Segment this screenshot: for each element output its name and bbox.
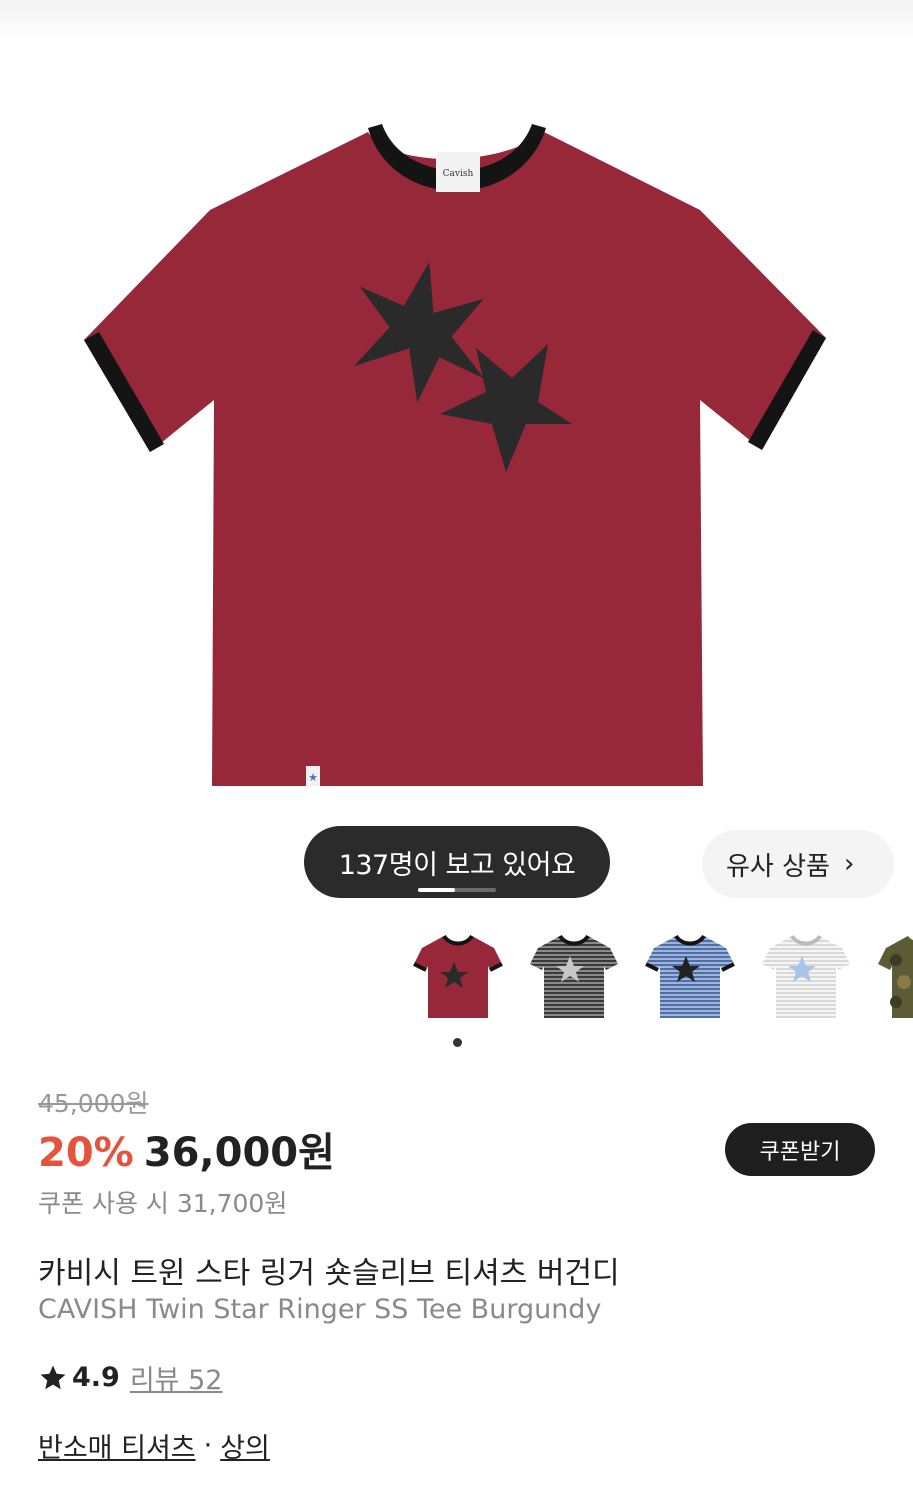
shirt-body (84, 132, 826, 786)
chevron-right-icon: › (843, 849, 855, 879)
product-name-korean: 카비시 트윈 스타 링거 숏슬리브 티셔츠 버건디 (38, 1256, 620, 1291)
color-thumbnail-burgundy[interactable] (410, 932, 506, 1022)
discount-rate: 20% (38, 1130, 134, 1176)
get-coupon-button[interactable]: 쿠폰받기 (725, 1123, 875, 1176)
hem-tag-star: ★ (308, 771, 318, 784)
rating-value: 4.9 (72, 1362, 120, 1393)
color-thumbnail-blue-stripe[interactable] (642, 932, 738, 1022)
tshirt-illustration: Cavish ★ (84, 124, 826, 786)
image-progress-track (418, 888, 496, 892)
category-link-tops[interactable]: 상의 (220, 1426, 270, 1465)
color-thumbnail-camo[interactable] (874, 932, 913, 1022)
color-thumbnail-strip (410, 932, 913, 1022)
color-thumbnail-black-stripe[interactable] (526, 932, 622, 1022)
review-count-link[interactable]: 리뷰 52 (130, 1358, 223, 1397)
pagination-dot (453, 1038, 462, 1047)
price-row: 20% 36,000원 (38, 1120, 335, 1178)
product-name-english: CAVISH Twin Star Ringer SS Tee Burgundy (38, 1294, 602, 1325)
original-price: 45,000원 (38, 1089, 149, 1118)
star-icon (40, 1365, 66, 1389)
image-progress-fill (418, 888, 455, 892)
color-thumbnail-gray-stripe[interactable] (758, 932, 854, 1022)
get-coupon-label: 쿠폰받기 (759, 1139, 841, 1165)
viewers-badge-label: 137명이 보고 있어요 (338, 849, 576, 881)
category-link-short-sleeve[interactable]: 반소매 티셔츠 (38, 1426, 196, 1465)
sale-price: 36,000원 (143, 1130, 335, 1176)
category-breadcrumb: 반소매 티셔츠 · 상의 (38, 1426, 270, 1465)
similar-items-label: 유사 상품 (726, 851, 830, 882)
similar-items-button[interactable]: 유사 상품 › (702, 830, 894, 898)
category-separator: · (203, 1430, 213, 1461)
product-image[interactable]: Cavish ★ (0, 0, 913, 800)
rating-row: 4.9 리뷰 52 (38, 1358, 222, 1397)
neck-label-logo: Cavish (443, 169, 474, 179)
coupon-price: 쿠폰 사용 시 31,700원 (38, 1189, 288, 1218)
